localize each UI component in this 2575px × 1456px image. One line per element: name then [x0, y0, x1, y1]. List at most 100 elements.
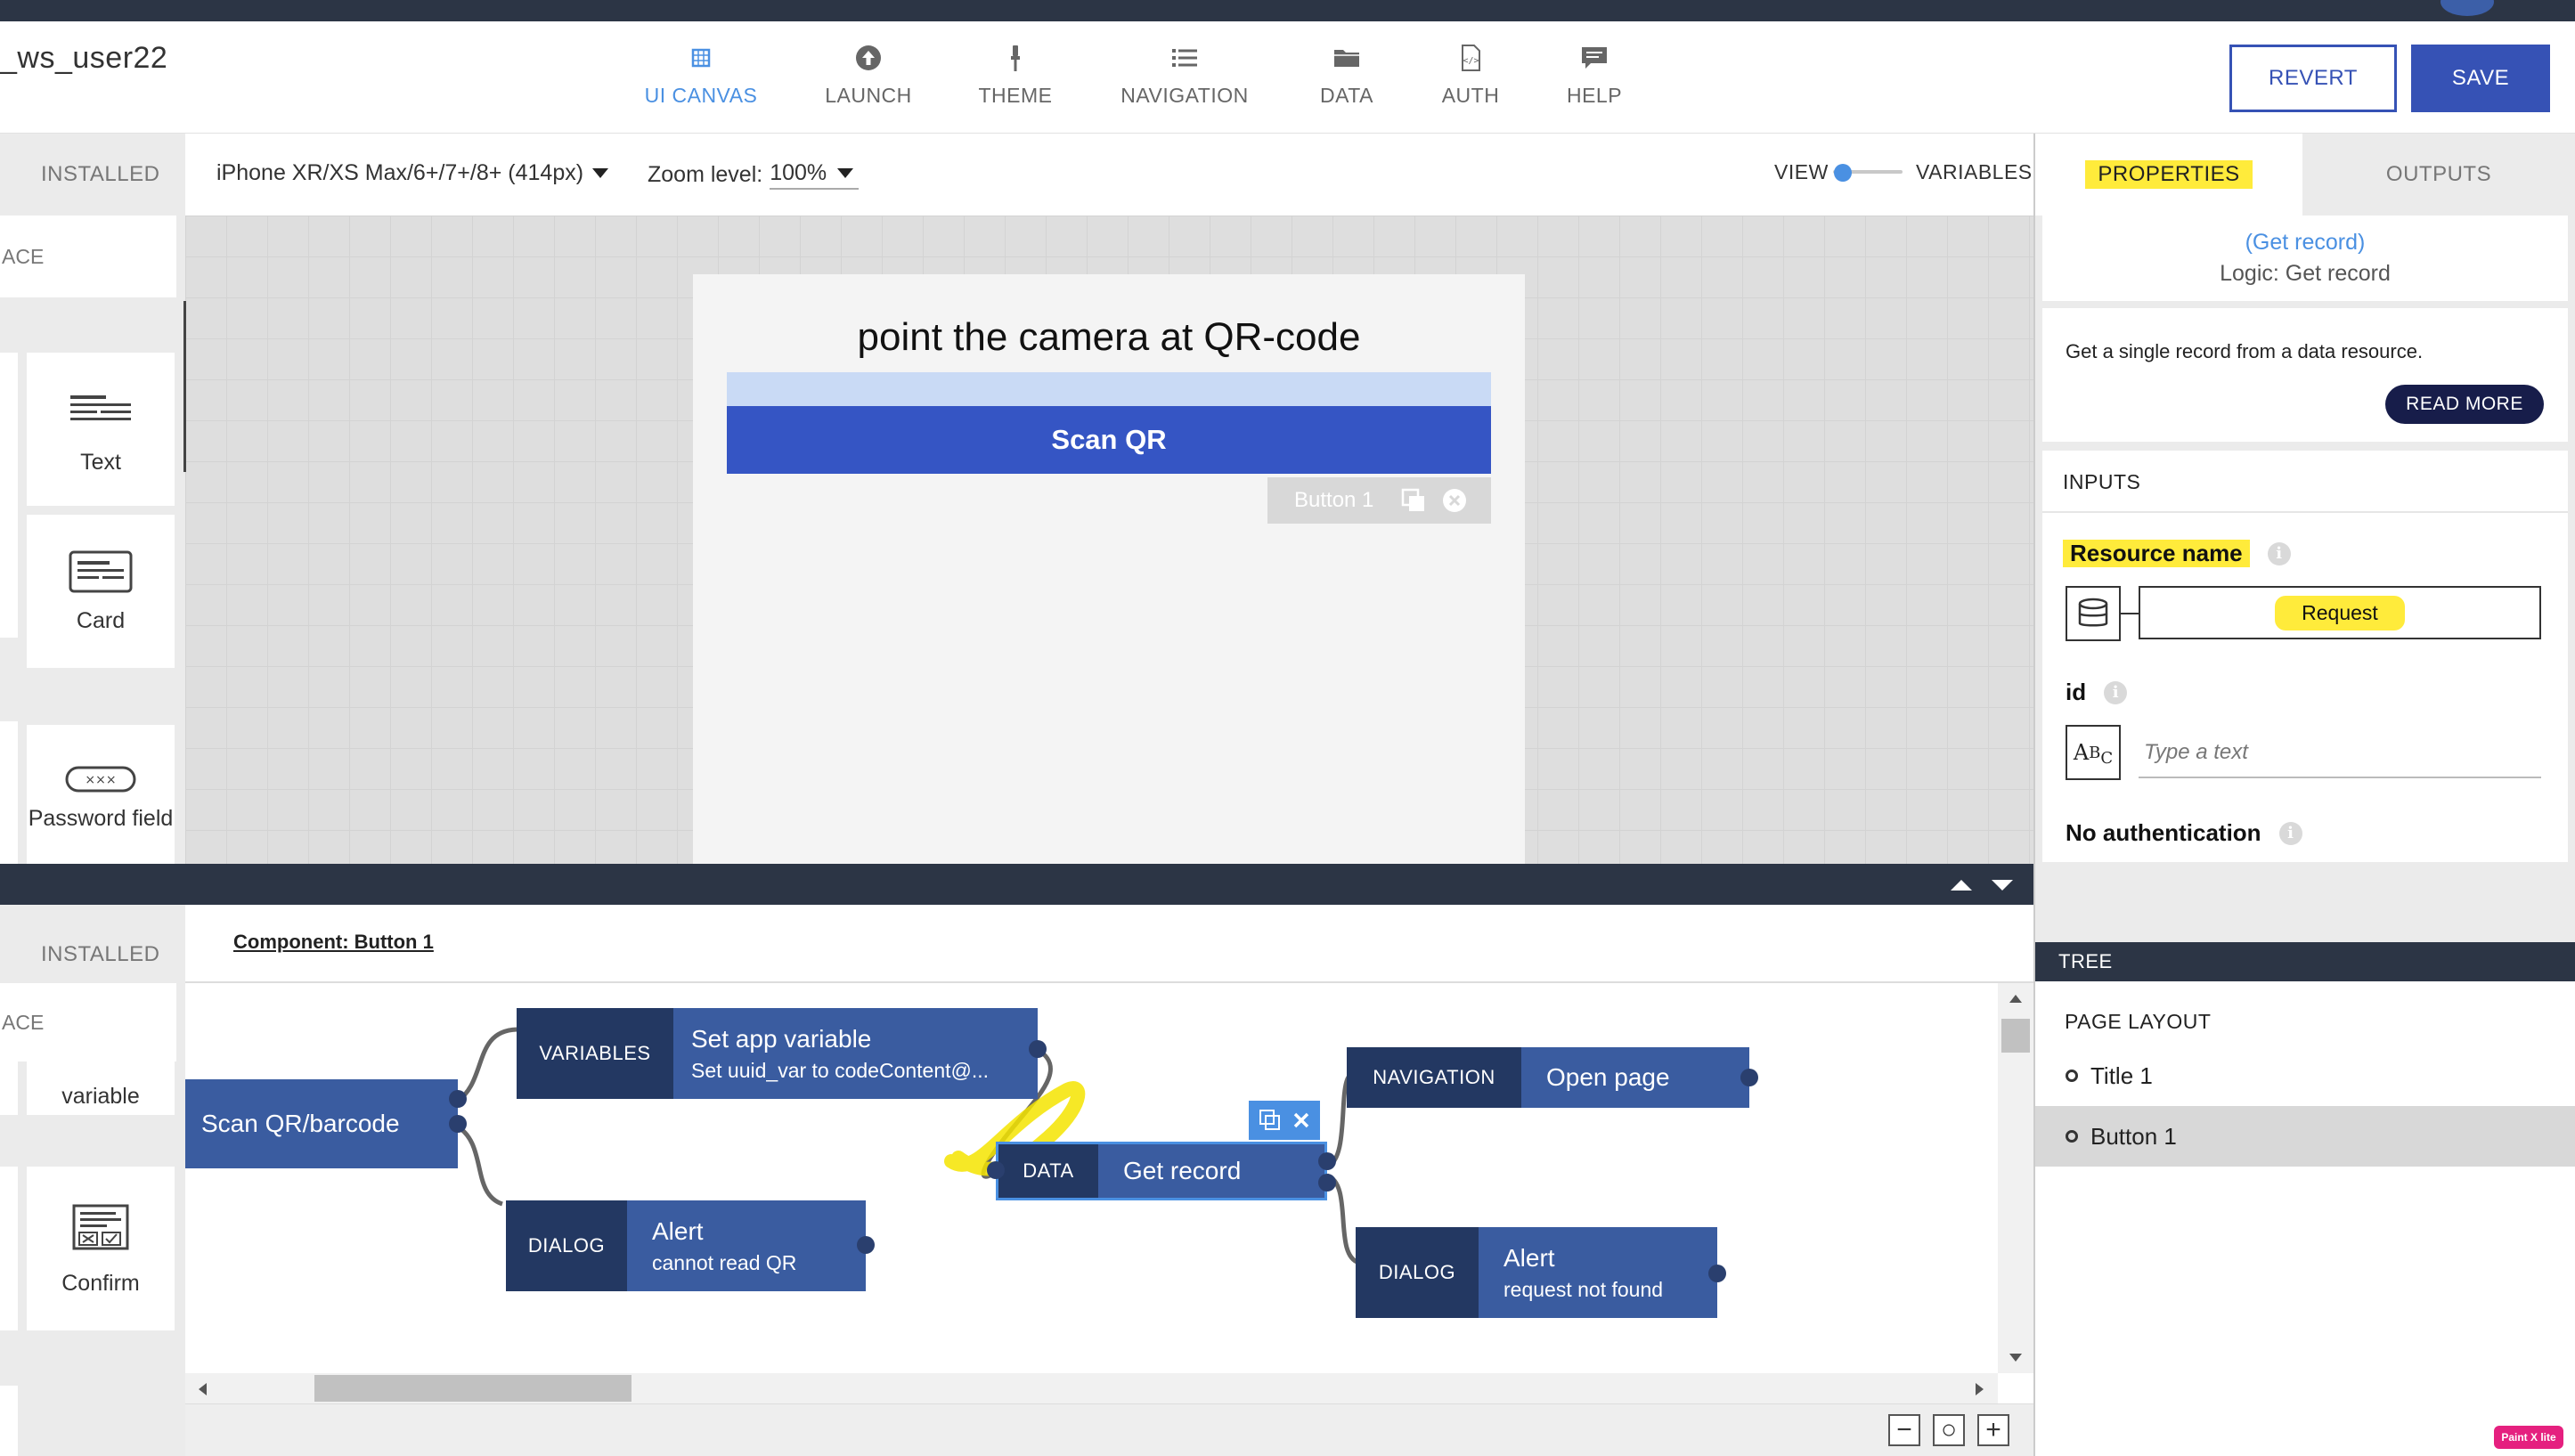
device-select[interactable]: iPhone XR/XS Max/6+/7+/8+ (414px): [216, 160, 609, 186]
node-category: DIALOG: [506, 1200, 627, 1291]
node-port[interactable]: [857, 1236, 875, 1254]
tree-item-button-1[interactable]: Button 1: [2035, 1106, 2575, 1167]
logic-node-alert-not-found[interactable]: DIALOG Alert request not found: [1356, 1227, 1717, 1318]
save-button[interactable]: SAVE: [2411, 45, 2550, 112]
widget-set-variable[interactable]: variable: [27, 1061, 175, 1115]
record-link[interactable]: (Get record): [2042, 230, 2568, 256]
view-label: VIEW: [1774, 160, 1829, 183]
sidebar-stub: [0, 721, 18, 864]
node-title: Set app variable: [691, 1024, 872, 1053]
variables-label: VARIABLES: [1916, 160, 2033, 183]
widget-text[interactable]: Text: [27, 353, 175, 506]
scroll-right-icon[interactable]: [1974, 1380, 1986, 1398]
node-port[interactable]: [1029, 1040, 1047, 1058]
scroll-down-icon[interactable]: [2007, 1352, 2025, 1364]
node-title: Open page: [1546, 1063, 1670, 1091]
screen-title[interactable]: point the camera at QR-code: [693, 315, 1525, 360]
node-port[interactable]: [987, 1161, 1005, 1179]
horizontal-scrollbar[interactable]: [185, 1373, 1998, 1403]
resource-name-field: Resource name i: [2063, 540, 2291, 567]
logic-node-scan[interactable]: Scan QR/barcode: [185, 1079, 458, 1168]
scroll-thumb[interactable]: [314, 1375, 632, 1402]
collapse-down-icon[interactable]: [1992, 880, 2013, 891]
tab-label: HELP: [1566, 84, 1623, 107]
widget-password-field[interactable]: ××× Password field: [27, 725, 175, 864]
tab-properties[interactable]: PROPERTIES: [2035, 134, 2302, 216]
tab-ui-canvas[interactable]: UI CANVAS: [634, 39, 768, 121]
view-variables-toggle[interactable]: [1833, 164, 1903, 182]
selected-component-tag: Button 1: [1267, 477, 1491, 524]
tree-item-title-1[interactable]: Title 1: [2035, 1045, 2575, 1106]
zoom-out-button[interactable]: −: [1888, 1414, 1920, 1446]
node-title: Alert: [1503, 1243, 1555, 1272]
node-port[interactable]: [1708, 1265, 1726, 1282]
sidebar-stub: [0, 1167, 18, 1330]
logic-node-open-page[interactable]: NAVIGATION Open page: [1347, 1047, 1749, 1108]
node-port[interactable]: [1318, 1174, 1336, 1192]
tab-navigation[interactable]: NAVIGATION: [1109, 39, 1260, 121]
chevron-down-icon: [837, 168, 854, 178]
connector: [2121, 613, 2139, 614]
logic-node-set-variable[interactable]: VARIABLES Set app variable Set uuid_var …: [517, 1008, 1038, 1099]
info-icon[interactable]: i: [2267, 541, 2291, 565]
duplicate-icon[interactable]: [1400, 487, 1427, 514]
logic-canvas[interactable]: Scan QR/barcode VARIABLES Set app variab…: [185, 983, 1998, 1373]
zoom-reset-button[interactable]: ○: [1933, 1414, 1965, 1446]
remove-icon[interactable]: [1441, 487, 1468, 514]
tab-outputs[interactable]: OUTPUTS: [2302, 134, 2575, 216]
tab-help[interactable]: HELP: [1550, 39, 1639, 121]
component-label[interactable]: Component: Button 1: [233, 931, 434, 954]
id-input[interactable]: [2139, 728, 2541, 778]
logic-node-get-record[interactable]: DATA Get record: [996, 1142, 1327, 1200]
read-more-button[interactable]: READ MORE: [2385, 385, 2544, 424]
scroll-up-icon[interactable]: [2007, 992, 2025, 1005]
tree-item-label: Button 1: [2090, 1122, 2177, 1150]
tab-auth[interactable]: </> AUTH: [1426, 39, 1515, 121]
expand-up-icon[interactable]: [1951, 880, 1972, 891]
page-layout-label: PAGE LAYOUT: [2065, 1010, 2212, 1033]
panel-divider[interactable]: [0, 864, 2033, 905]
database-icon: [2066, 586, 2121, 641]
theme-brush-icon: [1011, 45, 1020, 71]
widget-card[interactable]: Card: [27, 515, 175, 668]
tab-theme[interactable]: THEME: [962, 39, 1069, 121]
node-port[interactable]: [449, 1090, 467, 1108]
vertical-scrollbar[interactable]: [1998, 983, 2033, 1373]
inputs-label: INPUTS: [2063, 470, 2141, 493]
app-header: _ws_user22 UI CANVAS LAUNCH THEME NAVIGA…: [0, 21, 2575, 134]
tab-space[interactable]: ACE: [0, 983, 176, 1061]
logic-node-alert-cannot-read[interactable]: DIALOG Alert cannot read QR: [506, 1200, 866, 1291]
info-icon[interactable]: i: [2278, 821, 2302, 845]
tab-data[interactable]: DATA: [1302, 39, 1391, 121]
node-subtitle: Set uuid_var to codeContent@...: [691, 1058, 990, 1082]
tab-installed[interactable]: INSTALLED: [41, 162, 159, 187]
resource-name-select[interactable]: Request: [2139, 586, 2541, 639]
widget-label: Card: [76, 608, 126, 633]
tab-label: LAUNCH: [825, 84, 912, 107]
node-port[interactable]: [1318, 1152, 1336, 1170]
close-icon[interactable]: [1292, 1111, 1310, 1129]
phone-screen[interactable]: point the camera at QR-code Scan QR Butt…: [693, 274, 1525, 864]
text-widget-icon: [70, 395, 131, 420]
node-category: DATA: [998, 1144, 1098, 1198]
zoom-select[interactable]: 100%: [770, 160, 860, 190]
info-icon[interactable]: i: [2104, 680, 2128, 704]
scan-qr-button[interactable]: Scan QR: [727, 406, 1491, 474]
tab-launch[interactable]: LAUNCH: [806, 39, 931, 121]
logic-sidebar: INSTALLED ACE variable Confirm: [0, 905, 185, 1456]
revert-button[interactable]: REVERT: [2229, 45, 2397, 112]
node-port[interactable]: [449, 1115, 467, 1133]
zoom-in-button[interactable]: +: [1977, 1414, 2009, 1446]
toggle-knob[interactable]: [1834, 164, 1852, 182]
scroll-left-icon[interactable]: [196, 1380, 208, 1398]
svg-text:</>: </>: [1463, 56, 1479, 66]
tab-space[interactable]: ACE: [0, 216, 176, 297]
duplicate-icon[interactable]: [1259, 1109, 1282, 1132]
record-subtitle: Logic: Get record: [2220, 261, 2391, 286]
node-port[interactable]: [1740, 1069, 1758, 1086]
widget-confirm[interactable]: Confirm: [27, 1167, 175, 1330]
scroll-thumb[interactable]: [2001, 1019, 2030, 1053]
tree-node-icon: [2066, 1130, 2078, 1143]
auth-field: No authentication i: [2066, 819, 2302, 847]
tab-installed[interactable]: INSTALLED: [41, 942, 159, 967]
